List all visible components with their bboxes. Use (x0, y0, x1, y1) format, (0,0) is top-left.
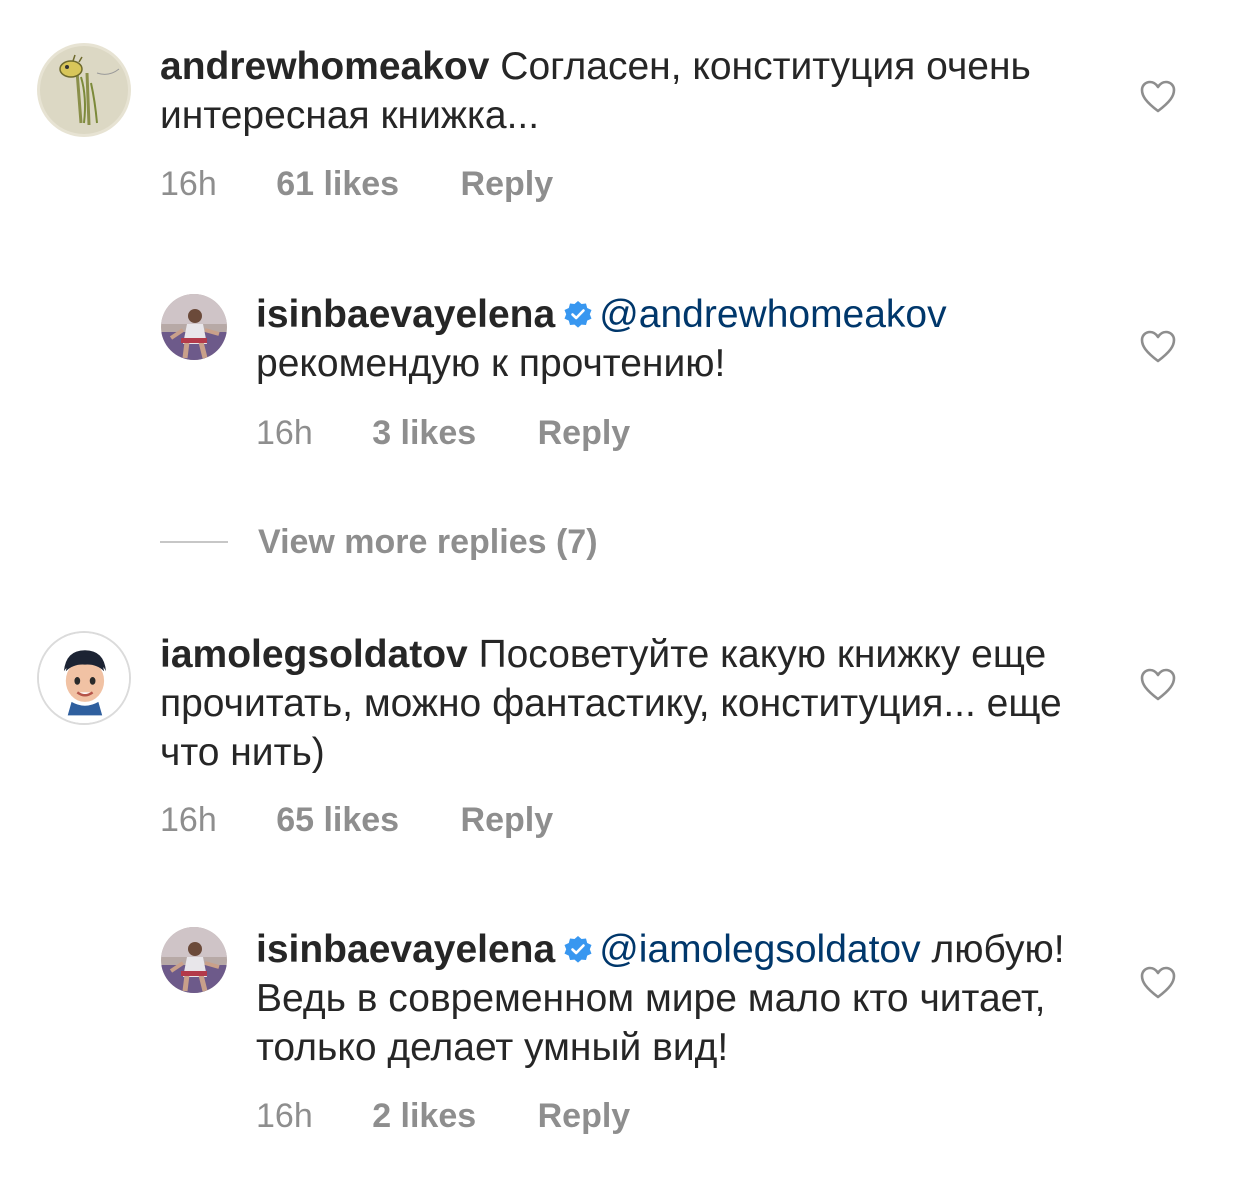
comment-text: andrewhomeakov Согласен, конституция оче… (160, 42, 1060, 140)
comment-text: iamolegsoldatov Посоветуйте какую книжку… (160, 630, 1080, 777)
comment-meta: 16h 61 likes Reply (160, 164, 553, 204)
reply-username[interactable]: isinbaevayelena (256, 293, 555, 336)
reply-time: 16h (256, 414, 313, 452)
divider-line (160, 541, 228, 543)
comment-username[interactable]: iamolegsoldatov (160, 633, 468, 676)
view-more-replies-button[interactable]: View more replies (7) (160, 520, 598, 564)
heart-outline-icon[interactable] (1140, 966, 1176, 1000)
memoji-avatar (39, 633, 129, 723)
giraffe-drawing-avatar (37, 43, 131, 137)
reply-username[interactable]: isinbaevayelena (256, 928, 555, 971)
avatar[interactable] (37, 43, 131, 137)
reply-meta: 16h 2 likes Reply (256, 1096, 630, 1136)
verified-badge-icon (564, 936, 592, 963)
comment-likes[interactable]: 61 likes (276, 164, 399, 204)
reply-button[interactable]: Reply (538, 1096, 631, 1136)
avatar[interactable] (161, 294, 227, 360)
comment-username[interactable]: andrewhomeakov (160, 45, 489, 88)
heart-outline-icon[interactable] (1140, 668, 1176, 702)
reply-likes[interactable]: 3 likes (372, 413, 476, 453)
comment-likes[interactable]: 65 likes (276, 800, 399, 840)
reply-button[interactable]: Reply (538, 413, 631, 453)
view-more-replies-label: View more replies (7) (258, 522, 598, 561)
reply-text: isinbaevayelena @andrewhomeakov рекоменд… (256, 290, 1116, 388)
reply-likes[interactable]: 2 likes (372, 1096, 476, 1136)
reply-button[interactable]: Reply (461, 164, 554, 204)
reply-time: 16h (256, 1097, 313, 1135)
heart-outline-icon[interactable] (1140, 330, 1176, 364)
reply-button[interactable]: Reply (461, 800, 554, 840)
reply-body: рекомендую к прочтению! (256, 342, 726, 385)
reply-text: isinbaevayelena @iamolegsoldatov любую! … (256, 925, 1116, 1072)
reply-mention[interactable]: @andrewhomeakov (599, 293, 946, 336)
avatar[interactable] (161, 927, 227, 993)
athlete-photo-avatar (161, 294, 227, 360)
comment-meta: 16h 65 likes Reply (160, 800, 553, 840)
reply-meta: 16h 3 likes Reply (256, 413, 630, 453)
verified-badge-icon (564, 301, 592, 328)
reply-mention[interactable]: @iamolegsoldatov (599, 928, 920, 971)
avatar[interactable] (37, 631, 131, 725)
athlete-photo-avatar (161, 927, 227, 993)
comment-time: 16h (160, 165, 217, 203)
heart-outline-icon[interactable] (1140, 80, 1176, 114)
comment-time: 16h (160, 801, 217, 839)
